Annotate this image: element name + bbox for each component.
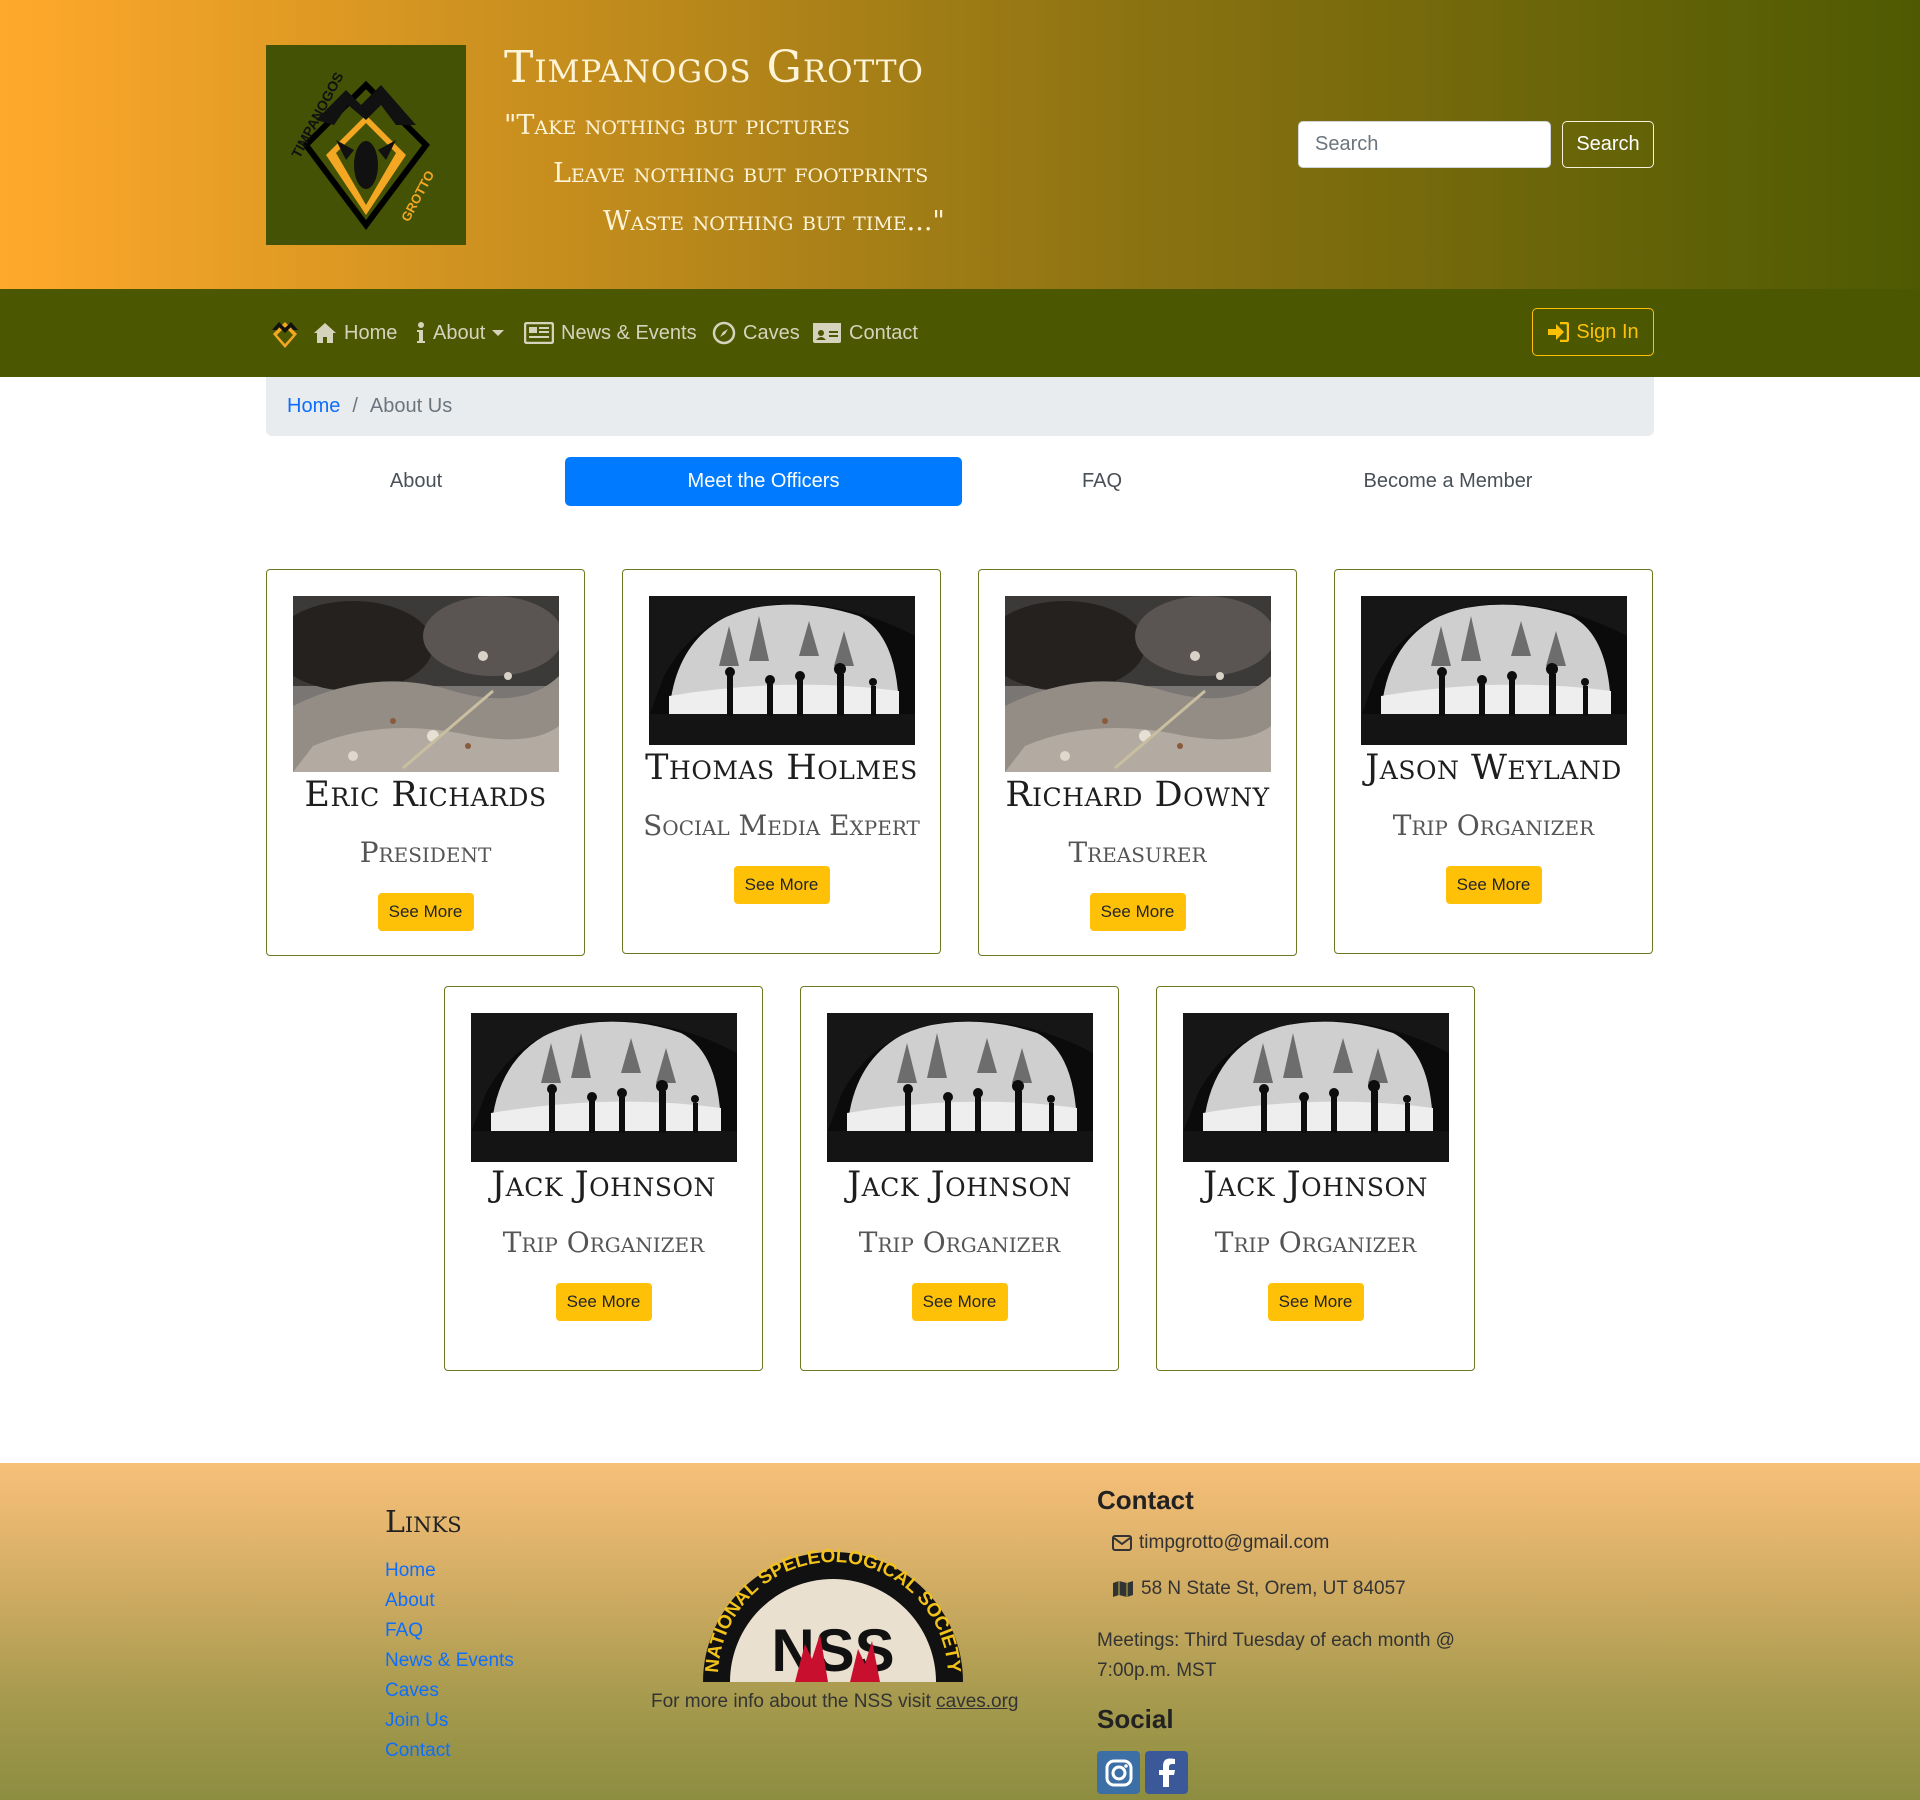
nav-about-dropdown[interactable]: About <box>416 315 505 351</box>
site-footer: Links Home About FAQ News & Events Caves… <box>0 1463 1920 1800</box>
officer-photo <box>1005 596 1271 772</box>
nav-news-events[interactable]: News & Events <box>524 315 697 351</box>
nav-caves-label: Caves <box>743 321 800 344</box>
footer-link-caves[interactable]: Caves <box>385 1680 439 1702</box>
officer-name: Jack Johnson <box>1203 1165 1428 1205</box>
nav-about-label: About <box>433 321 486 344</box>
motto-line-1: "Take nothing but pictures <box>504 110 851 141</box>
officer-name: Jason Weyland <box>1365 748 1622 788</box>
officer-name: Richard Downy <box>1005 775 1270 815</box>
site-header: TIMPANOGOS GROTTO Timpanogos Grotto "Tak… <box>0 0 1920 289</box>
nss-info-text: For more info about the NSS visit <box>651 1691 931 1712</box>
officer-card: Jason Weyland Trip Organizer See More <box>1334 569 1653 954</box>
officer-photo <box>827 1013 1093 1162</box>
officer-card: Jack Johnson Trip Organizer See More <box>800 986 1119 1371</box>
nss-logo[interactable]: NATIONAL SPELEOLOGICAL SOCIETY NSS <box>700 1549 966 1684</box>
see-more-button[interactable]: See More <box>911 1283 1008 1321</box>
officer-card: Thomas Holmes Social Media Expert See Mo… <box>622 569 941 954</box>
info-icon <box>417 322 425 343</box>
see-more-button[interactable]: See More <box>555 1283 652 1321</box>
officer-photo <box>293 596 559 772</box>
see-more-button[interactable]: See More <box>1267 1283 1364 1321</box>
links-heading: Links <box>385 1505 462 1540</box>
contact-email[interactable]: timpgrotto@gmail.com <box>1112 1532 1329 1554</box>
contact-email-text: timpgrotto@gmail.com <box>1139 1532 1330 1553</box>
id-card-icon <box>813 323 841 343</box>
see-more-button[interactable]: See More <box>733 866 830 904</box>
tab-about[interactable]: About <box>266 457 566 506</box>
footer-link-faq[interactable]: FAQ <box>385 1620 423 1642</box>
officer-name: Eric Richards <box>304 775 547 815</box>
nav-news-events-label: News & Events <box>561 321 697 344</box>
motto-line-2: Leave nothing but footprints <box>553 158 929 189</box>
compass-icon <box>712 321 736 345</box>
officer-role: Trip Organizer <box>1214 1226 1417 1259</box>
search-input[interactable] <box>1298 121 1551 168</box>
navbar-brand-logo[interactable] <box>269 318 301 350</box>
footer-link-join-us[interactable]: Join Us <box>385 1710 448 1732</box>
nav-contact-label: Contact <box>849 321 918 344</box>
facebook-icon <box>1158 1758 1175 1787</box>
officer-card: Jack Johnson Trip Organizer See More <box>444 986 763 1371</box>
nav-home-label: Home <box>344 321 398 344</box>
facebook-button[interactable] <box>1145 1751 1188 1794</box>
officer-name: Thomas Holmes <box>645 748 918 788</box>
breadcrumb-current: About Us <box>369 395 453 417</box>
officer-role: President <box>359 836 492 869</box>
officer-role: Trip Organizer <box>502 1226 705 1259</box>
main-navbar: Home About News & Events Caves Contact S… <box>0 289 1920 377</box>
social-heading: Social <box>1097 1704 1174 1734</box>
sign-in-label: Sign In <box>1576 320 1639 343</box>
grotto-mini-logo-icon <box>272 322 298 348</box>
instagram-icon <box>1105 1759 1132 1786</box>
tab-become-a-member[interactable]: Become a Member <box>1242 457 1654 506</box>
officer-photo <box>649 596 915 745</box>
officer-role: Social Media Expert <box>643 809 920 842</box>
contact-address: 58 N State St, Orem, UT 84057 <box>1112 1578 1406 1600</box>
grotto-logo[interactable]: TIMPANOGOS GROTTO <box>266 45 466 245</box>
home-icon <box>314 323 336 343</box>
newspaper-icon <box>524 322 554 344</box>
caves-org-link[interactable]: caves.org <box>936 1691 1018 1712</box>
officer-role: Trip Organizer <box>858 1226 1061 1259</box>
footer-link-contact[interactable]: Contact <box>385 1740 450 1762</box>
see-more-button[interactable]: See More <box>1089 893 1186 931</box>
officer-card: Richard Downy Treasurer See More <box>978 569 1297 956</box>
officer-card: Jack Johnson Trip Organizer See More <box>1156 986 1475 1371</box>
officer-role: Treasurer <box>1068 836 1207 869</box>
officer-photo <box>471 1013 737 1162</box>
nav-contact[interactable]: Contact <box>812 315 918 351</box>
see-more-button[interactable]: See More <box>1445 866 1542 904</box>
motto-line-3: Waste nothing but time..." <box>603 206 945 237</box>
sign-in-icon <box>1548 322 1570 342</box>
officer-name: Jack Johnson <box>491 1165 716 1205</box>
contact-heading: Contact <box>1097 1485 1194 1515</box>
footer-link-home[interactable]: Home <box>385 1560 436 1582</box>
breadcrumb-separator: / <box>352 395 358 417</box>
see-more-button[interactable]: See More <box>377 893 474 931</box>
tab-meet-the-officers[interactable]: Meet the Officers <box>565 457 962 506</box>
envelope-icon <box>1112 1535 1132 1551</box>
nss-info: For more info about the NSS visit caves.… <box>651 1691 1019 1713</box>
nav-caves[interactable]: Caves <box>712 315 800 351</box>
footer-link-news-events[interactable]: News & Events <box>385 1650 514 1672</box>
nav-home[interactable]: Home <box>313 315 397 351</box>
map-icon <box>1113 1581 1133 1597</box>
sign-in-button[interactable]: Sign In <box>1532 308 1654 356</box>
site-title: Timpanogos Grotto <box>504 42 924 93</box>
tab-faq[interactable]: FAQ <box>962 457 1242 506</box>
officer-photo <box>1361 596 1627 745</box>
footer-link-about[interactable]: About <box>385 1590 435 1612</box>
search-button[interactable]: Search <box>1562 121 1654 168</box>
officer-photo <box>1183 1013 1449 1162</box>
meetings-info: Meetings: Third Tuesday of each month @ … <box>1097 1630 1455 1681</box>
instagram-button[interactable] <box>1097 1751 1140 1794</box>
officer-role: Trip Organizer <box>1392 809 1595 842</box>
officer-name: Jack Johnson <box>847 1165 1072 1205</box>
officer-card: Eric Richards President See More <box>266 569 585 956</box>
chevron-down-icon <box>492 330 505 336</box>
breadcrumb: Home / About Us <box>266 377 1654 436</box>
breadcrumb-home-link[interactable]: Home <box>287 395 340 418</box>
contact-address-text: 58 N State St, Orem, UT 84057 <box>1141 1578 1406 1599</box>
